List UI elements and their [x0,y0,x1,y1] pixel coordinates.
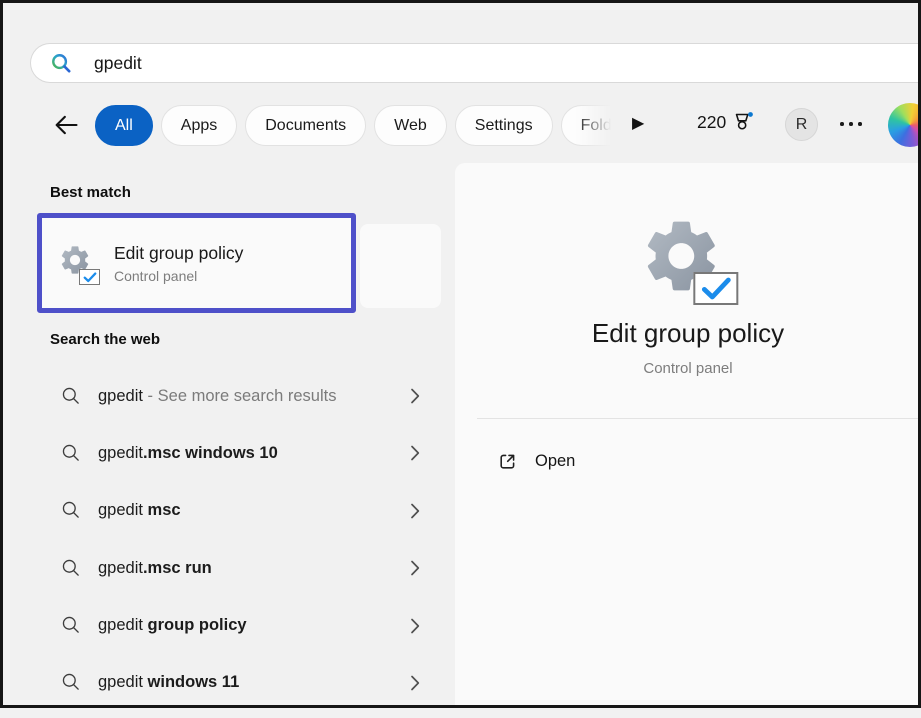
filter-tab-all[interactable]: All [95,105,153,146]
suggestion-text: gpedit - See more search results [98,387,336,406]
account-avatar[interactable]: R [785,108,818,141]
open-action[interactable]: Open [469,441,907,481]
best-match-item[interactable]: Edit group policy Control panel [37,213,356,313]
suggestion-text: gpedit group policy [98,616,247,635]
rewards-medal-icon [731,110,756,135]
web-suggestion-row[interactable]: gpedit group policy [40,604,432,648]
checkmark-badge [693,272,738,305]
search-bar[interactable]: gpedit [30,43,921,83]
web-suggestion-row[interactable]: gpedit.msc windows 10 [40,431,432,475]
preview-title: Edit group policy [455,318,921,349]
more-options-button[interactable] [840,121,870,127]
search-icon [61,386,82,407]
filter-tab-folders[interactable]: Folders [561,104,618,147]
rewards-button[interactable]: 220 [697,110,756,135]
chevron-right-icon [410,560,420,576]
best-match-subtitle: Control panel [114,268,243,284]
best-match-label: Best match [50,184,131,201]
best-match-tile-extension[interactable] [360,224,441,308]
group-policy-icon [58,243,98,283]
avatar-initial: R [796,116,808,134]
search-icon [61,500,82,521]
chevron-right-icon [410,618,420,634]
checkmark-badge [79,269,100,285]
web-suggestions-list: gpedit - See more search results gpedit.… [40,374,432,718]
web-suggestion-row[interactable]: gpedit.msc run [40,546,432,590]
search-icon [50,52,73,75]
group-policy-large-icon [638,213,730,301]
filter-row: All Apps Documents Web Settings Folders … [0,103,921,147]
best-match-title: Edit group policy [114,243,243,264]
web-suggestion-row[interactable]: gpedit windows 11 [40,661,432,705]
filter-tab-web[interactable]: Web [374,105,447,146]
suggestion-text: gpedit.msc run [98,559,212,578]
open-external-icon [497,451,518,472]
ellipsis-icon [840,122,844,126]
filter-tabs: All Apps Documents Web Settings Folders [95,104,618,147]
web-suggestion-row[interactable]: gpedit - See more search results [40,374,432,418]
preview-panel: Edit group policy Control panel Open [455,163,921,708]
chevron-right-icon [410,675,420,691]
windows-search-window: { "search": { "query": "gpedit" }, "filt… [0,0,921,708]
web-suggestion-row[interactable]: gpedit msc [40,489,432,533]
search-the-web-label: Search the web [50,331,160,348]
rewards-points: 220 [697,112,726,133]
back-button[interactable] [52,111,80,139]
search-icon [61,615,82,636]
filter-tab-apps[interactable]: Apps [161,105,237,146]
preview-subtitle: Control panel [455,360,921,377]
chevron-right-icon [410,445,420,461]
suggestion-text: gpedit.msc windows 10 [98,444,278,463]
chevron-right-icon [410,388,420,404]
suggestion-text: gpedit msc [98,501,181,520]
search-icon [61,672,82,693]
filter-tab-documents[interactable]: Documents [245,105,366,146]
search-icon [61,443,82,464]
search-icon [61,558,82,579]
chevron-right-icon [410,503,420,519]
divider [477,418,921,419]
suggestion-text: gpedit windows 11 [98,673,239,692]
search-input[interactable]: gpedit [94,53,142,74]
open-label: Open [535,452,575,471]
scroll-right-icon[interactable]: ▶ [632,113,644,133]
filter-tab-settings[interactable]: Settings [455,105,553,146]
copilot-icon[interactable] [888,103,921,147]
